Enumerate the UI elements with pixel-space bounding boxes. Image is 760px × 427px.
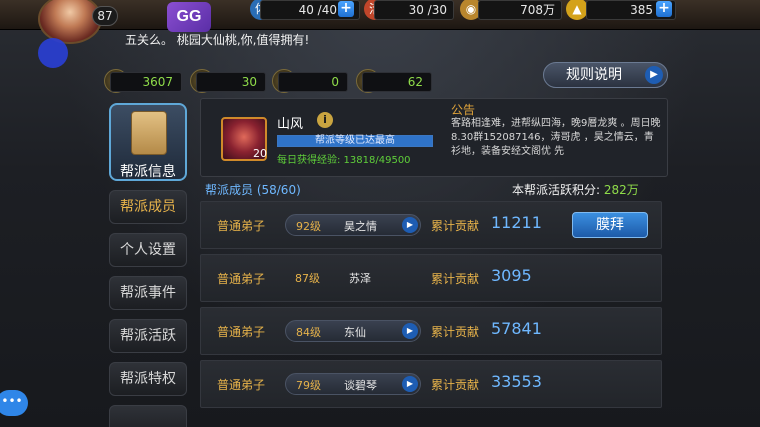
contrib-label: 累计贡献 <box>431 378 480 392</box>
member-row[interactable]: 普通弟子 79级 谈碧琴 ▶ 累计贡献 33553 <box>200 360 662 408</box>
notice-title: 公告 <box>451 103 476 117</box>
member-rank: 普通弟子 <box>217 325 266 339</box>
contrib-value: 57841 <box>491 319 542 338</box>
worship-button[interactable]: 膜拜 <box>572 212 648 238</box>
member-name-button[interactable]: 92级 昊之情 ▶ <box>285 214 421 236</box>
chevron-right-icon: ▶ <box>402 217 418 233</box>
member-rank: 普通弟子 <box>217 272 266 286</box>
guild-exp-status: 帮派等级已达最高 <box>315 135 395 146</box>
guild-name: 山风 <box>277 117 304 132</box>
member-name-button[interactable]: 84级 东仙 ▶ <box>285 320 421 342</box>
nav-guild-activity[interactable]: 帮派活跃 <box>109 319 187 353</box>
nav-personal-settings[interactable]: 个人设置 <box>109 233 187 267</box>
gg-overlay-icon[interactable]: GG <box>167 2 211 32</box>
scroll-icon <box>131 111 167 155</box>
stat-scroll: 62 <box>362 72 432 92</box>
member-level: 79级 <box>296 379 321 392</box>
contrib-value: 3095 <box>491 266 532 285</box>
stat-swords: 0 <box>278 72 348 92</box>
rules-button-label: 规则说明 <box>566 67 622 83</box>
activity-label: 本帮派活跃积分: <box>512 183 601 197</box>
guild-exp-bar: 帮派等级已达最高 <box>277 135 433 147</box>
daily-exp: 每日获得经验: 13818/49500 <box>277 155 411 166</box>
nav-more[interactable] <box>109 405 187 427</box>
member-rank: 普通弟子 <box>217 378 266 392</box>
member-name: 东仙 <box>344 326 366 339</box>
announcement-marquee: 五关么。 桃园大仙桃,你,值得拥有! <box>125 33 310 47</box>
info-icon[interactable]: i <box>317 112 333 128</box>
guild-level: 20 <box>253 147 267 160</box>
coins-value: 708万 <box>478 0 562 20</box>
members-title: 帮派成员 (58/60) <box>205 183 301 197</box>
nav-guild-info[interactable]: 帮派信息 <box>109 103 187 181</box>
member-rank: 普通弟子 <box>217 219 266 233</box>
contrib-value: 33553 <box>491 372 542 391</box>
contrib-value: 11211 <box>491 213 542 232</box>
chevron-right-icon: ▶ <box>402 376 418 392</box>
add-ingots-button[interactable]: + <box>656 1 672 17</box>
member-name: 谈碧琴 <box>344 379 377 392</box>
vigor-value: 30 /30 <box>374 0 454 20</box>
activity-value: 282万 <box>603 183 639 197</box>
nav-guild-events[interactable]: 帮派事件 <box>109 276 187 310</box>
nav-guild-privileges[interactable]: 帮派特权 <box>109 362 187 396</box>
member-level: 84级 <box>296 326 321 339</box>
guild-info-panel: 20 山风 i 帮派等级已达最高 每日获得经验: 13818/49500 公告 … <box>200 98 668 177</box>
member-row[interactable]: 普通弟子 84级 东仙 ▶ 累计贡献 57841 <box>200 307 662 355</box>
contrib-label: 累计贡献 <box>431 219 480 233</box>
rules-button[interactable]: 规则说明 ▶ <box>543 62 668 88</box>
member-name-button[interactable]: 79级 谈碧琴 ▶ <box>285 373 421 395</box>
member-name: 苏泽 <box>349 272 371 285</box>
member-name: 昊之情 <box>344 220 377 233</box>
chevron-right-icon: ▶ <box>402 323 418 339</box>
add-stamina-button[interactable]: + <box>338 1 354 17</box>
chat-bubble-icon[interactable]: ••• <box>0 390 28 416</box>
member-row[interactable]: 普通弟子 92级 昊之情 ▶ 累计贡献 11211 膜拜 <box>200 201 662 249</box>
nav-guild-members[interactable]: 帮派成员 <box>109 190 187 224</box>
contrib-label: 累计贡献 <box>431 325 480 339</box>
chevron-right-icon: ▶ <box>645 66 663 84</box>
member-row[interactable]: 普通弟子 87级 苏泽 累计贡献 3095 <box>200 254 662 302</box>
notice-text: 客路相逢难，进帮纵四海，晚9層龙爽 。周日晚8.30群152087146，涛哥虎… <box>451 118 661 157</box>
member-level: 87级 <box>295 272 320 285</box>
stat-helmet: 30 <box>196 72 266 92</box>
guild-activity-score: 本帮派活跃积分: 282万 <box>512 181 639 198</box>
touch-pointer-icon <box>38 38 68 68</box>
member-level: 92级 <box>296 220 321 233</box>
contrib-label: 累计贡献 <box>431 272 480 286</box>
nav-guild-info-label: 帮派信息 <box>120 164 176 180</box>
stat-guild-funds: 3607 <box>110 72 182 92</box>
player-level-badge: 87 <box>92 6 118 26</box>
